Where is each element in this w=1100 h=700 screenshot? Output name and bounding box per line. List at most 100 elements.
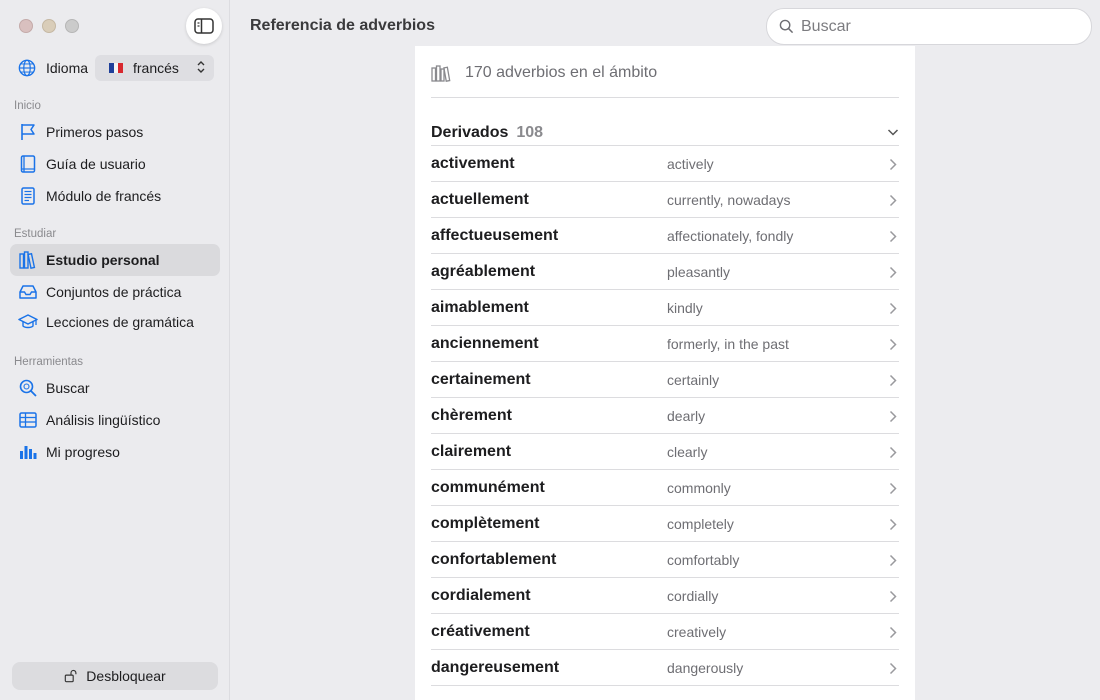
chevron-down-icon xyxy=(887,129,899,136)
adverb-word: cordialement xyxy=(431,586,531,604)
section-header-estudiar: Estudiar xyxy=(14,228,57,240)
content-panel: 170 adverbios en el ámbito Derivados 108… xyxy=(415,46,915,700)
sidebar-item-primeros-pasos[interactable]: Primeros pasos xyxy=(10,116,220,148)
list-item[interactable]: dangereusement dangerously xyxy=(431,650,899,686)
list-item[interactable]: activement actively xyxy=(431,146,899,182)
adverb-list: activement actively actuellement currently,… xyxy=(431,146,899,686)
chevron-right-icon xyxy=(889,482,897,495)
sidebar-item-label: Estudio personal xyxy=(46,252,160,268)
books-icon xyxy=(431,65,451,82)
list-item[interactable]: créativement creatively xyxy=(431,614,899,650)
adverb-word: agréablement xyxy=(431,262,536,280)
search-icon xyxy=(779,19,794,34)
chevron-right-icon xyxy=(889,266,897,279)
tray-icon xyxy=(19,285,37,299)
adverb-translation: completely xyxy=(667,515,734,532)
unlock-button[interactable]: Desbloquear xyxy=(12,662,218,690)
list-item[interactable]: actuellement currently, nowadays xyxy=(431,182,899,218)
group-header-derivados[interactable]: Derivados 108 xyxy=(431,120,899,146)
chevron-right-icon xyxy=(889,590,897,603)
chevron-right-icon xyxy=(889,338,897,351)
language-select[interactable]: francés xyxy=(95,55,214,81)
chevron-right-icon xyxy=(889,518,897,531)
sidebar-item-label: Análisis lingüístico xyxy=(46,412,161,428)
close-window-button[interactable] xyxy=(19,19,33,33)
document-icon xyxy=(21,187,35,205)
sidebar-item-label: Lecciones de gramática xyxy=(46,314,194,330)
france-flag-icon xyxy=(109,63,124,73)
sidebar-item-conjuntos-de-practica[interactable]: Conjuntos de práctica xyxy=(10,276,220,308)
chevron-right-icon xyxy=(889,374,897,387)
sidebar-toggle-button[interactable] xyxy=(186,8,222,44)
list-item[interactable]: cordialement cordially xyxy=(431,578,899,614)
globe-icon xyxy=(18,59,36,77)
sidebar-item-label: Mi progreso xyxy=(46,444,120,460)
list-item[interactable]: complètement completely xyxy=(431,506,899,542)
list-item[interactable]: communément commonly xyxy=(431,470,899,506)
adverb-translation: currently, nowadays xyxy=(667,191,791,208)
chevron-up-down-icon xyxy=(197,60,205,76)
scope-text: 170 adverbios en el ámbito xyxy=(465,64,658,81)
adverb-translation: pleasantly xyxy=(667,263,731,280)
adverb-word: anciennement xyxy=(431,334,539,352)
table-icon xyxy=(19,412,37,428)
search-field[interactable] xyxy=(766,8,1092,45)
sidebar-item-label: Primeros pasos xyxy=(46,124,144,140)
sidebar-item-label: Conjuntos de práctica xyxy=(46,284,182,300)
list-item[interactable]: anciennement formerly, in the past xyxy=(431,326,899,362)
adverb-translation: comfortably xyxy=(667,551,740,568)
search-icon xyxy=(19,379,37,397)
chevron-right-icon xyxy=(889,554,897,567)
adverb-translation: certainly xyxy=(667,371,720,388)
chevron-right-icon xyxy=(889,662,897,675)
group-count: 108 xyxy=(516,123,544,141)
scope-summary: 170 adverbios en el ámbito xyxy=(431,64,899,98)
sidebar-item-label: Guía de usuario xyxy=(46,156,146,172)
list-item[interactable]: affectueusement affectionately, fondly xyxy=(431,218,899,254)
list-item[interactable]: clairement clearly xyxy=(431,434,899,470)
chevron-right-icon xyxy=(889,626,897,639)
adverb-word: certainement xyxy=(431,370,531,388)
chevron-right-icon xyxy=(889,230,897,243)
unlock-label: Desbloquear xyxy=(86,668,166,684)
sidebar-item-analisis-linguistico[interactable]: Análisis lingüístico xyxy=(10,404,220,436)
graduation-cap-icon xyxy=(18,314,38,329)
list-item[interactable]: aimablement kindly xyxy=(431,290,899,326)
adverb-translation: clearly xyxy=(667,443,708,460)
adverb-word: actuellement xyxy=(431,190,529,208)
search-input[interactable] xyxy=(801,17,1071,36)
adverb-word: confortablement xyxy=(431,550,557,568)
adverb-word: dangereusement xyxy=(431,658,560,676)
list-item[interactable]: confortablement comfortably xyxy=(431,542,899,578)
section-header-herramientas: Herramientas xyxy=(14,356,84,368)
sidebar-item-label: Módulo de francés xyxy=(46,188,162,204)
sidebar-item-modulo-de-frances[interactable]: Módulo de francés xyxy=(10,180,220,212)
sidebar-item-label: Buscar xyxy=(46,380,90,396)
chevron-right-icon xyxy=(889,194,897,207)
adverb-word: chèrement xyxy=(431,406,512,424)
language-select-value: francés xyxy=(133,60,179,76)
page-title: Referencia de adverbios xyxy=(250,17,435,34)
adverb-translation: commonly xyxy=(667,479,731,496)
main-area: Referencia de adverbios 170 adverbios en… xyxy=(231,0,1100,700)
adverb-translation: dearly xyxy=(667,407,706,424)
adverb-word: activement xyxy=(431,154,515,172)
right-gutter xyxy=(916,46,1100,700)
adverb-translation: creatively xyxy=(667,623,727,640)
window-controls xyxy=(19,19,79,33)
chevron-right-icon xyxy=(889,158,897,171)
list-item[interactable]: chèrement dearly xyxy=(431,398,899,434)
sidebar-item-estudio-personal[interactable]: Estudio personal xyxy=(10,244,220,276)
group-name: Derivados xyxy=(431,123,509,141)
list-item[interactable]: agréablement pleasantly xyxy=(431,254,899,290)
sidebar-item-mi-progreso[interactable]: Mi progreso xyxy=(10,436,220,468)
zoom-window-button[interactable] xyxy=(65,19,79,33)
list-item[interactable]: certainement certainly xyxy=(431,362,899,398)
language-label: Idioma xyxy=(46,60,89,76)
sidebar-item-lecciones-de-gramatica[interactable]: Lecciones de gramática xyxy=(10,306,220,338)
adverb-word: affectueusement xyxy=(431,226,559,244)
flag-icon xyxy=(21,124,35,140)
sidebar-item-guia-de-usuario[interactable]: Guía de usuario xyxy=(10,148,220,180)
sidebar-item-buscar[interactable]: Buscar xyxy=(10,372,220,404)
minimize-window-button[interactable] xyxy=(42,19,56,33)
